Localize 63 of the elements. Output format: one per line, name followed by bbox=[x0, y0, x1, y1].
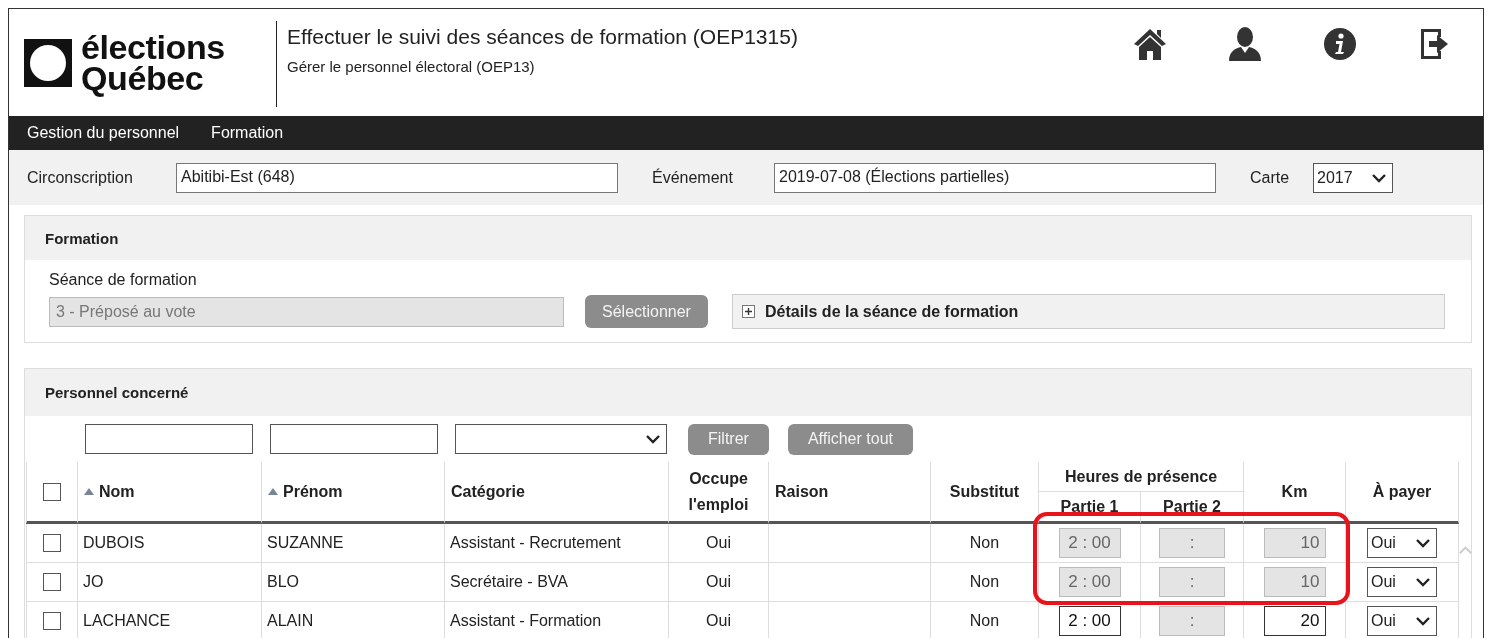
table-cell: Assistant - Formation bbox=[450, 612, 602, 630]
input-field[interactable]: 2019-07-08 (Élections partielles) bbox=[774, 162, 1216, 193]
table-cell: Secrétaire - BVA bbox=[450, 573, 568, 591]
field-label: Séance de formation bbox=[49, 271, 197, 288]
expand-icon[interactable] bbox=[741, 305, 755, 318]
checkbox[interactable] bbox=[43, 573, 61, 591]
field-label: Carte bbox=[1250, 168, 1291, 187]
column-header[interactable]: Nom bbox=[99, 482, 135, 501]
table-cell: JO bbox=[83, 573, 104, 591]
checkbox[interactable] bbox=[43, 482, 61, 501]
logo-text: élections bbox=[81, 31, 225, 63]
table-cell: Oui bbox=[706, 534, 731, 552]
column-header: À payer bbox=[1372, 481, 1432, 502]
column-header: Heures de présence bbox=[1064, 467, 1218, 486]
chevron-down-icon bbox=[1415, 576, 1431, 588]
chevron-down-icon bbox=[1415, 537, 1431, 549]
checkbox[interactable] bbox=[43, 534, 61, 552]
chevron-down-icon bbox=[645, 433, 661, 445]
column-header: Raison bbox=[775, 482, 829, 501]
km-field[interactable]: 20 bbox=[1263, 606, 1326, 636]
table-cell: Assistant - Recrutement bbox=[450, 534, 621, 552]
field-label: Événement bbox=[652, 168, 734, 187]
page-title: Effectuer le suivi des séances de formation (OEP1315) bbox=[287, 25, 798, 49]
field-label: Circonscription bbox=[27, 168, 134, 187]
column-header: Partie 1 bbox=[1060, 497, 1119, 516]
page-subtitle: Gérer le personnel électoral (OEP13) bbox=[287, 58, 536, 75]
select-field[interactable]: Oui bbox=[1367, 528, 1437, 558]
details-toggle[interactable]: Détails de la séance de formation bbox=[764, 302, 1019, 321]
table-cell: BLO bbox=[267, 573, 299, 591]
table-cell: Oui bbox=[706, 612, 731, 630]
info-icon[interactable] bbox=[1322, 26, 1358, 62]
user-icon[interactable] bbox=[1227, 26, 1263, 62]
panel-title: Personnel concerné bbox=[45, 384, 189, 401]
filter-select[interactable] bbox=[455, 424, 667, 454]
home-icon[interactable] bbox=[1132, 26, 1168, 62]
table-cell: Non bbox=[969, 534, 1000, 552]
table-cell: Oui bbox=[706, 573, 731, 591]
checkbox[interactable] bbox=[43, 612, 61, 630]
panel-title: Formation bbox=[45, 229, 119, 247]
menu-item[interactable]: Gestion du personnel bbox=[27, 124, 180, 142]
table-cell: LACHANCE bbox=[83, 612, 171, 630]
filter-field[interactable] bbox=[85, 424, 253, 454]
table-cell: Non bbox=[969, 573, 1000, 591]
table-cell: Non bbox=[969, 612, 1000, 630]
table-cell: SUZANNE bbox=[267, 534, 344, 552]
column-header: Substitut bbox=[949, 481, 1020, 502]
table-cell: DUBOIS bbox=[83, 534, 145, 552]
column-header[interactable]: Prénom bbox=[283, 482, 343, 501]
column-header: Km bbox=[1281, 481, 1308, 502]
chevron-down-icon bbox=[1415, 615, 1431, 627]
column-header: Partie 2 bbox=[1163, 497, 1221, 516]
logo-icon bbox=[24, 38, 72, 87]
input-field[interactable]: Abitibi-Est (648) bbox=[176, 162, 618, 193]
select-field[interactable]: Oui bbox=[1367, 606, 1437, 636]
menu-item[interactable]: Formation bbox=[211, 124, 284, 142]
table-cell: ALAIN bbox=[267, 612, 314, 630]
time-field[interactable]: 2 : 00 bbox=[1058, 606, 1121, 636]
column-header: Occupe l'emploi bbox=[687, 468, 750, 515]
column-header: Catégorie bbox=[451, 482, 525, 501]
chevron-down-icon bbox=[1371, 171, 1387, 184]
filter-field[interactable] bbox=[270, 424, 438, 454]
select-field[interactable]: Oui bbox=[1367, 567, 1437, 597]
select-field[interactable]: 2017 bbox=[1313, 162, 1393, 193]
